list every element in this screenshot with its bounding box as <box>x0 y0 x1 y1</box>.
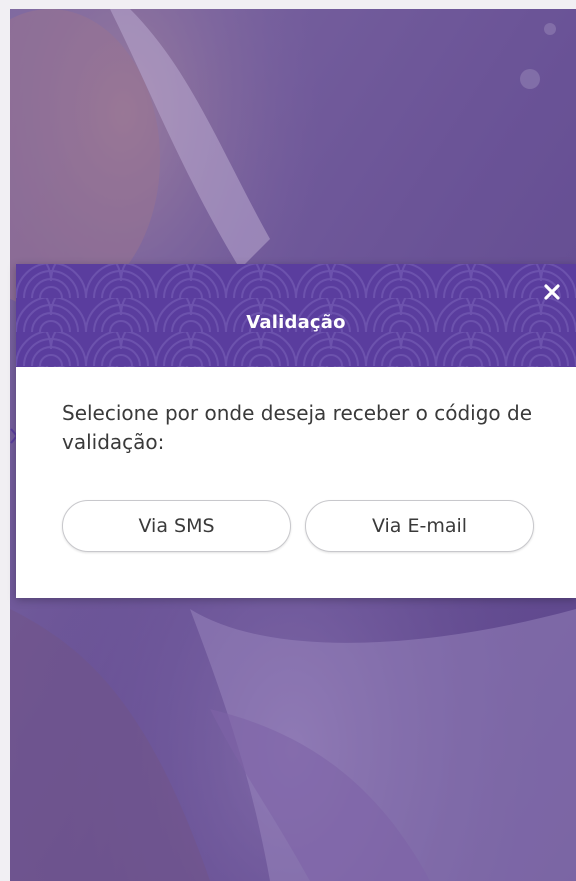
via-email-button[interactable]: Via E-mail <box>305 500 534 552</box>
validation-options: Via SMS Via E-mail <box>62 500 534 552</box>
via-sms-button[interactable]: Via SMS <box>62 500 291 552</box>
modal-body: Selecione por onde deseja receber o códi… <box>16 367 576 457</box>
modal-title: Validação <box>246 312 346 333</box>
modal-header: Validação <box>16 264 576 367</box>
close-icon[interactable] <box>542 282 562 302</box>
validation-modal: Validação Selecione por onde deseja rece… <box>16 264 576 598</box>
modal-message: Selecione por onde deseja receber o códi… <box>62 401 532 454</box>
